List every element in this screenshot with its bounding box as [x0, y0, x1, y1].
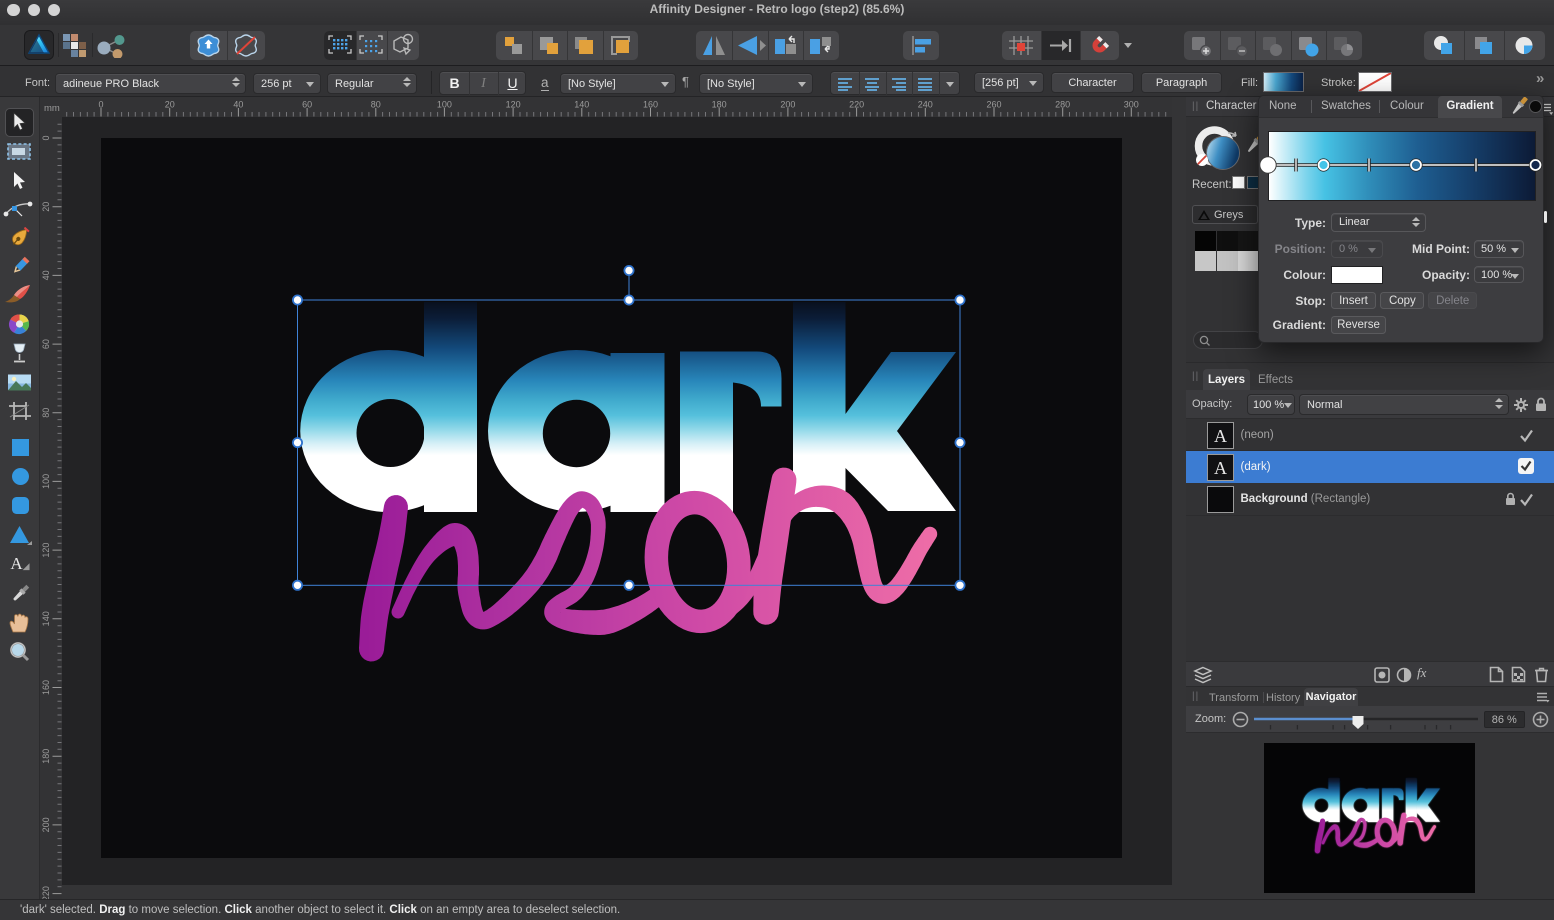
svg-text:100: 100: [41, 474, 51, 489]
svg-text:180: 180: [712, 100, 727, 110]
svg-text:140: 140: [41, 611, 51, 626]
svg-text:0: 0: [41, 135, 51, 140]
svg-text:0: 0: [98, 100, 103, 110]
svg-text:40: 40: [41, 270, 51, 280]
svg-text:140: 140: [574, 100, 589, 110]
svg-text:20: 20: [165, 100, 175, 110]
svg-text:160: 160: [41, 680, 51, 695]
svg-text:280: 280: [1055, 100, 1070, 110]
svg-text:80: 80: [41, 408, 51, 418]
svg-text:220: 220: [41, 886, 51, 899]
svg-text:260: 260: [986, 100, 1001, 110]
svg-text:20: 20: [41, 202, 51, 212]
svg-text:80: 80: [371, 100, 381, 110]
svg-text:180: 180: [41, 749, 51, 764]
svg-text:60: 60: [302, 100, 312, 110]
svg-text:300: 300: [1124, 100, 1139, 110]
svg-text:200: 200: [41, 817, 51, 832]
svg-text:mm: mm: [44, 103, 60, 114]
svg-text:240: 240: [918, 100, 933, 110]
svg-text:120: 120: [41, 543, 51, 558]
svg-text:40: 40: [233, 100, 243, 110]
svg-text:160: 160: [643, 100, 658, 110]
svg-text:120: 120: [506, 100, 521, 110]
svg-text:220: 220: [849, 100, 864, 110]
svg-text:100: 100: [437, 100, 452, 110]
svg-text:60: 60: [41, 339, 51, 349]
svg-text:200: 200: [780, 100, 795, 110]
